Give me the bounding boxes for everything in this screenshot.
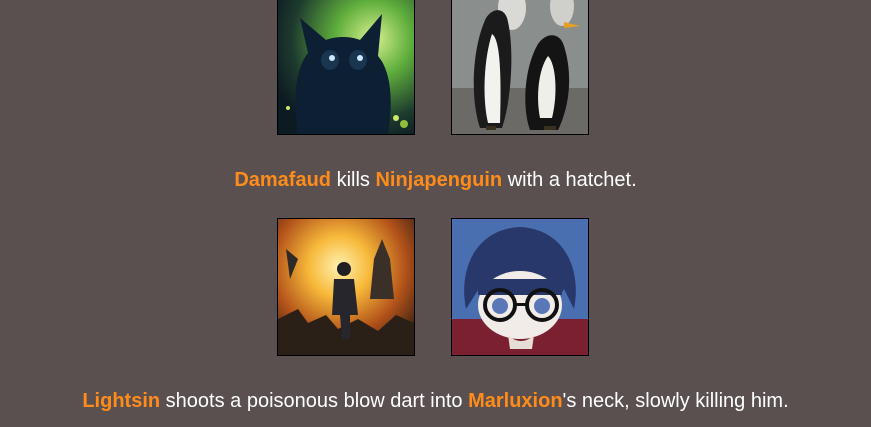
actor-name[interactable]: Lightsin xyxy=(82,390,160,412)
cat-avatar-image xyxy=(277,0,415,135)
action-text: kills xyxy=(331,169,376,191)
actor-name[interactable]: Damafaud xyxy=(234,169,331,191)
event-2-avatars xyxy=(0,218,871,356)
event-1-message: Damafaud kills Ninjapenguin with a hatch… xyxy=(0,168,871,192)
action-text-end: with a hatchet. xyxy=(502,169,637,191)
penguin-avatar-image xyxy=(451,0,589,135)
event-1-avatars xyxy=(0,0,871,135)
soldier-avatar-image xyxy=(277,218,415,356)
event-2-message: Lightsin shoots a poisonous blow dart in… xyxy=(0,389,871,413)
target-name[interactable]: Marluxion xyxy=(468,390,562,412)
target-name[interactable]: Ninjapenguin xyxy=(375,169,502,191)
action-text: shoots a poisonous blow dart into xyxy=(160,390,469,412)
action-text-end: 's neck, slowly killing him. xyxy=(562,390,789,412)
anime-boy-avatar-image xyxy=(451,218,589,356)
